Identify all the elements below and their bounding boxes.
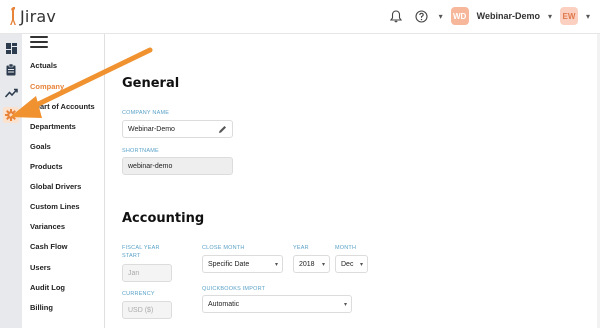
nav-item-chart-of-accounts[interactable]: Chart of Accounts xyxy=(30,102,95,111)
trend-icon[interactable] xyxy=(3,85,19,101)
chevron-down-icon[interactable]: ▾ xyxy=(439,12,443,21)
accounting-section-title: Accounting xyxy=(122,211,205,226)
chevron-down-icon: ▾ xyxy=(274,262,278,268)
top-bar: Jirav ▾ WD Webinar-Demo ▾ EW ▾ xyxy=(0,0,600,34)
nav-item-variances[interactable]: Variances xyxy=(30,222,65,231)
header-actions: ▾ WD Webinar-Demo ▾ EW ▾ xyxy=(387,7,590,25)
chevron-down-icon: ▾ xyxy=(321,262,325,268)
year-select[interactable]: 2018 ▾ xyxy=(293,255,330,273)
nav-item-company[interactable]: Company xyxy=(30,82,64,91)
company-name-field[interactable]: Webinar-Demo xyxy=(122,120,233,138)
fiscal-year-start-select[interactable]: Jan xyxy=(122,264,172,282)
quickbooks-import-value: Automatic xyxy=(208,300,240,308)
close-month-select[interactable]: Specific Date ▾ xyxy=(202,255,283,273)
currency-value: USD ($) xyxy=(128,306,154,314)
quickbooks-import-select[interactable]: Automatic ▾ xyxy=(202,295,352,313)
nav-item-products[interactable]: Products xyxy=(30,162,63,171)
icon-rail xyxy=(0,34,22,328)
nav-item-cash-flow[interactable]: Cash Flow xyxy=(30,242,68,251)
shortname-label: SHORTNAME xyxy=(122,148,159,154)
company-name-value: Webinar-Demo xyxy=(128,125,175,133)
pencil-icon[interactable] xyxy=(218,125,227,134)
year-label: YEAR xyxy=(293,245,309,251)
main-content: General COMPANY NAME Webinar-Demo SHORTN… xyxy=(104,34,600,328)
close-month-label: CLOSE MONTH xyxy=(202,245,245,251)
nav-item-departments[interactable]: Departments xyxy=(30,122,76,131)
quickbooks-import-label: QUICKBOOKS IMPORT xyxy=(202,286,266,292)
nav-item-goals[interactable]: Goals xyxy=(30,142,51,151)
chevron-down-icon[interactable]: ▾ xyxy=(548,12,552,21)
bell-icon[interactable] xyxy=(387,7,405,25)
shortname-field[interactable]: webinar-demo xyxy=(122,157,233,175)
nav-item-custom-lines[interactable]: Custom Lines xyxy=(30,202,80,211)
company-switcher[interactable]: Webinar-Demo xyxy=(477,11,540,21)
chevron-down-icon: ▾ xyxy=(343,302,347,308)
settings-nav: Actuals Company Chart of Accounts Depart… xyxy=(22,34,104,328)
clipboard-icon[interactable] xyxy=(3,62,19,78)
app-logo-text: Jirav xyxy=(20,6,57,26)
currency-label: CURRENCY xyxy=(122,291,155,297)
chevron-down-icon: ▾ xyxy=(359,262,363,268)
company-avatar[interactable]: WD xyxy=(450,7,469,25)
fiscal-year-start-label: FISCAL YEAR START xyxy=(122,245,160,259)
chevron-down-icon[interactable]: ▾ xyxy=(586,12,590,21)
fiscal-year-start-value: Jan xyxy=(128,269,140,277)
giraffe-logo-icon xyxy=(10,7,16,25)
nav-item-actuals[interactable]: Actuals xyxy=(30,61,57,70)
nav-item-billing[interactable]: Billing xyxy=(30,303,53,312)
month-label: MONTH xyxy=(335,245,357,251)
general-section-title: General xyxy=(122,76,180,91)
user-avatar[interactable]: EW xyxy=(559,7,578,25)
nav-item-audit-log[interactable]: Audit Log xyxy=(30,283,65,292)
company-name-label: COMPANY NAME xyxy=(122,110,170,116)
close-month-value: Specific Date xyxy=(208,260,250,268)
nav-item-global-drivers[interactable]: Global Drivers xyxy=(30,182,81,191)
nav-item-users[interactable]: Users xyxy=(30,263,51,272)
shortname-value: webinar-demo xyxy=(128,162,173,170)
menu-icon[interactable] xyxy=(30,36,48,48)
dashboard-icon[interactable] xyxy=(3,40,19,56)
currency-select[interactable]: USD ($) xyxy=(122,301,172,319)
gear-icon[interactable] xyxy=(3,107,19,123)
month-value: Dec xyxy=(341,260,354,268)
company-settings-card: General COMPANY NAME Webinar-Demo SHORTN… xyxy=(104,34,597,328)
help-icon[interactable] xyxy=(413,7,431,25)
year-value: 2018 xyxy=(299,260,315,268)
month-select[interactable]: Dec ▾ xyxy=(335,255,368,273)
app-logo[interactable]: Jirav xyxy=(8,6,56,26)
